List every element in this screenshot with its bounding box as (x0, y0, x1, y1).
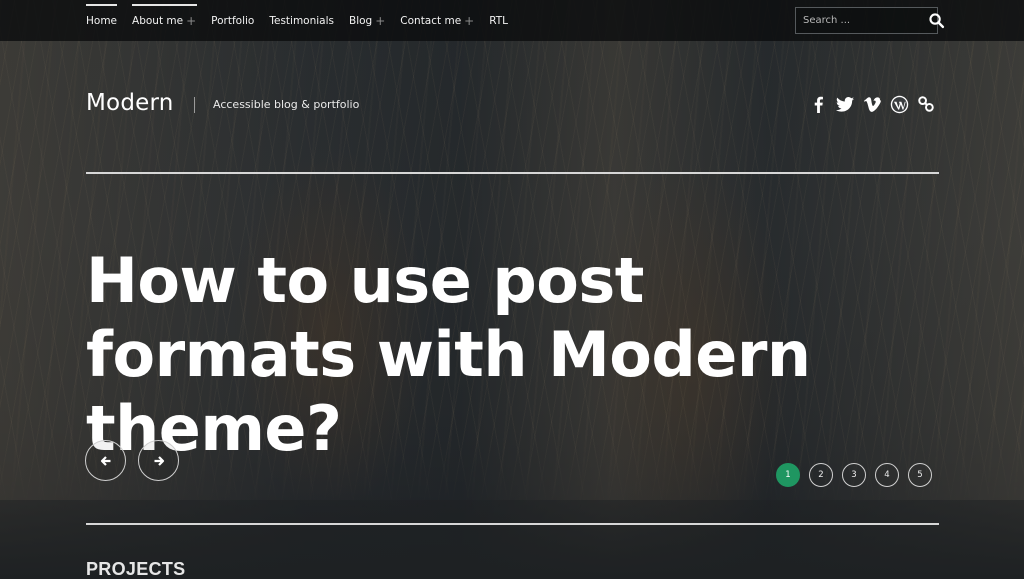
nav-item-blog[interactable]: Blog + (349, 0, 385, 41)
slider-pagination: 1 2 3 4 5 (776, 463, 932, 487)
search-form (795, 7, 945, 34)
submenu-plus-icon[interactable]: + (375, 14, 385, 28)
nav-item-label: RTL (489, 14, 509, 27)
primary-menu: Home About me + Portfolio Testimonials B… (86, 0, 523, 41)
social-link-twitter[interactable] (835, 94, 855, 114)
nav-item-testimonials[interactable]: Testimonials (269, 0, 334, 41)
nav-item-label: Portfolio (211, 14, 255, 27)
submenu-plus-icon[interactable]: + (464, 14, 474, 28)
social-links (808, 94, 936, 114)
slide-headline[interactable]: How to use post formats with Modern them… (86, 244, 886, 466)
social-link-website[interactable] (916, 94, 936, 114)
facebook-icon (814, 96, 823, 113)
site-tagline: Accessible blog & portfolio (213, 98, 360, 111)
nav-item-label: Home (86, 14, 118, 27)
nav-item-contact-me[interactable]: Contact me + (400, 0, 474, 41)
nav-item-rtl[interactable]: RTL (489, 0, 508, 41)
slider-page-2[interactable]: 2 (809, 463, 833, 487)
arrow-left-icon (100, 455, 110, 466)
social-link-wordpress[interactable] (889, 94, 909, 114)
projects-section-title: PROJECTS (86, 559, 186, 579)
nav-item-label: Contact me (400, 14, 462, 27)
nav-item-about-me[interactable]: About me + (132, 0, 198, 41)
wordpress-icon (890, 95, 908, 113)
search-icon (929, 13, 945, 29)
arrow-right-icon (154, 455, 164, 466)
slider-prev-button[interactable] (85, 440, 126, 481)
social-link-vimeo[interactable] (862, 94, 882, 114)
submenu-plus-icon[interactable]: + (186, 14, 196, 28)
slider-page-1[interactable]: 1 (776, 463, 800, 487)
nav-item-home[interactable]: Home (86, 0, 118, 41)
top-navigation-bar: Home About me + Portfolio Testimonials B… (0, 0, 1024, 41)
twitter-icon (836, 96, 854, 112)
search-input[interactable] (796, 15, 928, 26)
site-title[interactable]: Modern (86, 90, 174, 116)
search-submit-button[interactable] (928, 8, 945, 33)
hero-bottom-divider (86, 523, 939, 525)
nav-item-portfolio[interactable]: Portfolio (211, 0, 254, 41)
nav-item-label: Testimonials (269, 14, 334, 27)
slider-page-4[interactable]: 4 (875, 463, 899, 487)
nav-item-label: About me (132, 14, 184, 27)
vimeo-icon (863, 96, 881, 112)
nav-item-label: Blog (349, 14, 373, 27)
social-link-facebook[interactable] (808, 94, 828, 114)
link-icon (918, 96, 934, 112)
header-divider (86, 172, 939, 174)
slider-next-button[interactable] (138, 440, 179, 481)
slider-page-5[interactable]: 5 (908, 463, 932, 487)
title-separator (194, 97, 195, 113)
slider-page-3[interactable]: 3 (842, 463, 866, 487)
